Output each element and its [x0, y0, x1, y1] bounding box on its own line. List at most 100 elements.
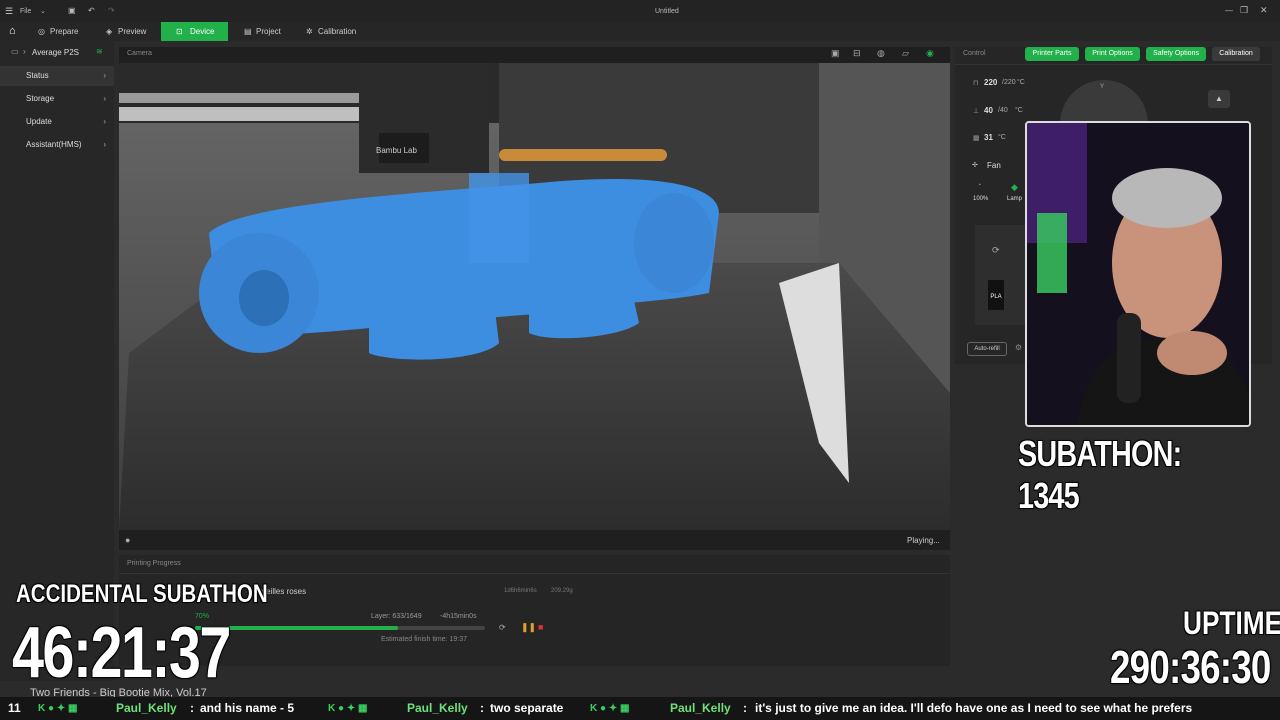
menu-icon[interactable]: ☰	[5, 6, 13, 17]
pause-icon[interactable]: ❚❚	[521, 622, 536, 633]
lamp-label: Lamp	[1007, 196, 1023, 202]
printer-icon: ▭	[11, 47, 19, 56]
filament-slot[interactable]: PLA	[988, 280, 1004, 310]
kick-icon: K ● ✦ ▦	[328, 703, 368, 714]
chat-user: Paul_Kelly	[116, 701, 177, 715]
printer-parts-button[interactable]: Printer Parts	[1025, 47, 1079, 61]
chevron-right-icon: ›	[103, 140, 106, 149]
nozzle-temp: 220	[984, 78, 998, 87]
tab-preview[interactable]: ◈ Preview	[102, 22, 158, 41]
calibration-icon: ✲	[306, 27, 313, 36]
kick-icon: K ● ✦ ▦	[38, 703, 78, 714]
tab-project[interactable]: ▤ Project	[240, 22, 300, 41]
divider	[955, 64, 1272, 65]
vcamera-icon[interactable]: ▱	[902, 48, 909, 59]
estimated-finish: Estimated finish time: 19:37	[381, 636, 467, 643]
camera-image: Bambu Lab	[119, 63, 950, 530]
remaining-time: -4h15min0s	[440, 613, 477, 620]
z-up-button[interactable]: ▲	[1208, 90, 1230, 108]
ticker-count: 11	[8, 701, 21, 715]
control-title: Control	[963, 50, 986, 57]
chat-colon: :	[190, 701, 194, 715]
timelapse-icon[interactable]: ◍	[877, 48, 885, 59]
jog-y-label: Y	[1100, 84, 1105, 90]
sidebar-item-update[interactable]: Update ›	[0, 112, 114, 132]
progress-track	[195, 626, 485, 630]
settings-icon[interactable]: ⚙	[1015, 343, 1022, 352]
close-icon[interactable]: ✕	[1260, 5, 1268, 16]
main-tab-bar: ⌂ ◎ Prepare ◈ Preview ⊡ Device ▤ Project ✲ Ca…	[0, 22, 1280, 41]
home-icon[interactable]: ⌂	[9, 25, 16, 37]
fan-icon: ✢	[972, 162, 978, 169]
tab-calibration[interactable]: ✲ Calibration	[302, 22, 372, 41]
fan-speed-icon[interactable]: ◔	[977, 182, 981, 189]
camera-settings-icon[interactable]: ◉	[926, 48, 934, 59]
ams-refresh-icon[interactable]: ⟳	[992, 245, 1000, 256]
nozzle-target[interactable]: /220	[1002, 79, 1016, 86]
progress-title: Printing Progress	[127, 560, 181, 567]
tab-label: Preview	[118, 27, 147, 36]
lamp-icon[interactable]: ◆	[1011, 182, 1018, 193]
unit: °C	[1015, 107, 1023, 114]
chevron-down-icon[interactable]: ⌄	[40, 7, 46, 15]
tab-label: Prepare	[50, 27, 79, 36]
chat-user: Paul_Kelly	[407, 701, 468, 715]
minimize-icon[interactable]: —	[1225, 6, 1233, 15]
chevron-right-icon: ›	[103, 94, 106, 103]
snapshot-icon[interactable]: ▣	[831, 48, 840, 59]
chevron-right-icon[interactable]: ›	[23, 47, 26, 56]
streamer-webcam-image	[1027, 123, 1249, 425]
tab-device[interactable]: ⊡ Device	[161, 22, 228, 41]
printer-name[interactable]: Average P2S	[32, 48, 79, 57]
sidebar-item-label: Update	[26, 117, 52, 126]
bed-temp: 40	[984, 106, 993, 115]
record-icon[interactable]: ⊟	[853, 48, 861, 59]
calibration-button[interactable]: Calibration	[1212, 47, 1260, 61]
ams-area: ⟳ PLA	[975, 225, 1030, 325]
save-icon[interactable]: ▣	[68, 6, 76, 15]
maximize-icon[interactable]: ❐	[1240, 5, 1248, 16]
sidebar-item-assistant[interactable]: Assistant(HMS) ›	[0, 135, 114, 155]
stop-icon[interactable]: ■	[538, 622, 543, 632]
undo-icon[interactable]: ↶	[88, 6, 95, 15]
chat-colon: :	[743, 701, 747, 715]
file-menu[interactable]: File	[20, 8, 31, 15]
divider	[119, 573, 950, 574]
sidebar-item-label: Storage	[26, 94, 55, 103]
prepare-icon: ◎	[38, 27, 45, 36]
chamber-temp: 31	[984, 133, 993, 142]
refresh-icon[interactable]: ⟳	[499, 623, 506, 632]
unit: °C	[998, 134, 1006, 141]
sidebar-item-label: Assistant(HMS)	[26, 140, 82, 149]
uptime-value: 290:36:30	[1110, 641, 1271, 693]
redo-icon[interactable]: ↷	[108, 6, 115, 15]
chat-message: it's just to give me an idea. I'll defo …	[755, 701, 1193, 715]
print-weight: 209.29g	[551, 588, 573, 594]
chat-ticker: 11 K ● ✦ ▦ Paul_Kelly : and his name - 5…	[0, 697, 1280, 720]
bed-brand-label: Bambu Lab	[376, 146, 417, 155]
sidebar-item-status[interactable]: Status ›	[0, 66, 114, 86]
project-icon: ▤	[244, 27, 252, 36]
chat-message: two separate	[490, 701, 564, 715]
camera-feed: Bambu Lab	[119, 63, 950, 530]
subathon-timer: 46:21:37	[12, 613, 231, 693]
tab-label: Project	[256, 27, 281, 36]
chevron-right-icon: ›	[103, 71, 106, 80]
safety-options-button[interactable]: Safety Options	[1146, 47, 1206, 61]
window-title: Untitled	[655, 8, 679, 15]
chamber-icon: ▦	[973, 135, 980, 142]
auto-refill-button[interactable]: Auto-refill	[967, 342, 1007, 356]
tab-prepare[interactable]: ◎ Prepare	[34, 22, 94, 41]
printing-progress-panel: Printing Progress oreilles roses 1d6h6mi…	[119, 555, 950, 666]
filament-type: PLA	[990, 294, 1002, 300]
uptime-label: UPTIME	[1183, 605, 1280, 641]
sidebar-item-storage[interactable]: Storage ›	[0, 89, 114, 109]
sidebar-item-label: Status	[26, 71, 49, 80]
chat-user: Paul_Kelly	[670, 701, 731, 715]
print-options-button[interactable]: Print Options	[1085, 47, 1140, 61]
bed-target[interactable]: /40	[998, 107, 1008, 114]
tab-label: Calibration	[318, 27, 357, 36]
chat-colon: :	[480, 701, 484, 715]
fan-percent: 100%	[973, 196, 989, 202]
play-icon[interactable]: ●	[125, 535, 130, 545]
